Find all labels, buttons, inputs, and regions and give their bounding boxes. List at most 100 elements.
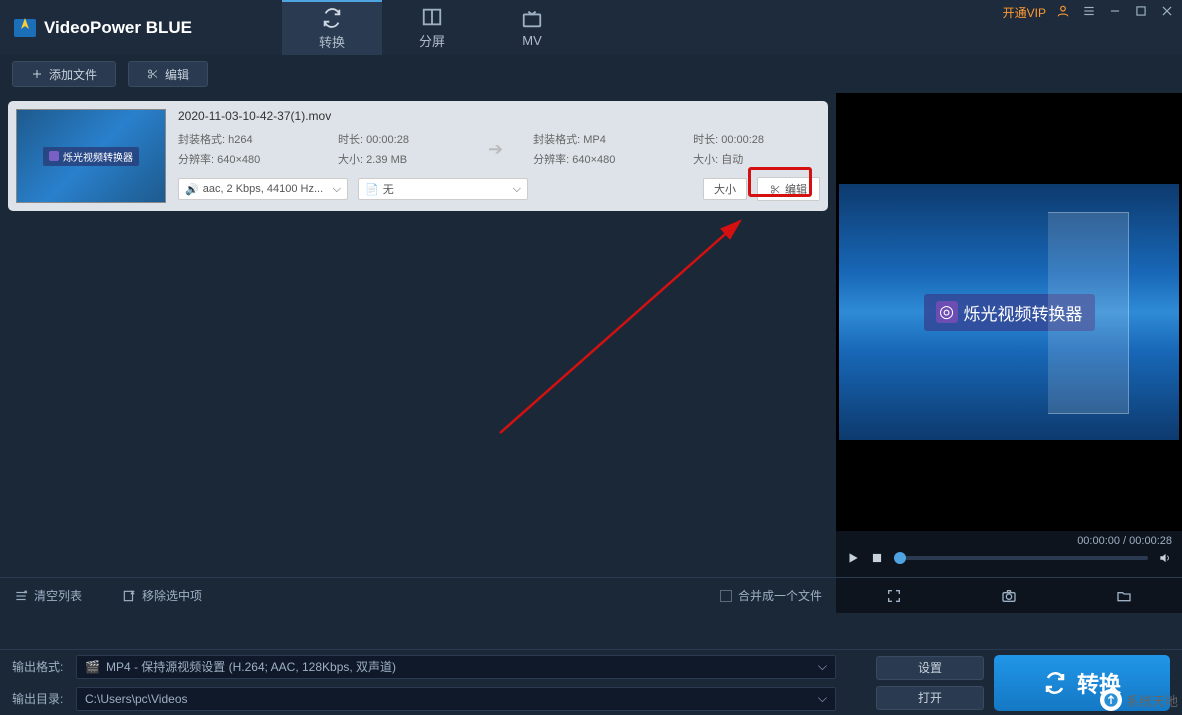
audio-track-value: aac, 2 Kbps, 44100 Hz... — [203, 183, 323, 195]
convert-icon — [321, 7, 343, 29]
stop-icon[interactable] — [870, 551, 884, 565]
subtitle-value: 无 — [383, 181, 394, 197]
speaker-icon: 🔊 — [185, 183, 199, 196]
video-icon: 🎬 — [85, 660, 100, 674]
settings-button[interactable]: 设置 — [876, 656, 984, 680]
src-duration-value: 00:00:28 — [366, 134, 409, 146]
add-file-label: 添加文件 — [49, 66, 97, 83]
remove-icon — [122, 589, 136, 603]
annotation-arrow — [480, 213, 780, 453]
scissors-icon — [147, 68, 159, 80]
file-controls-row: 🔊 aac, 2 Kbps, 44100 Hz... ⌵ 📄 无 ⌵ 大小 编辑 — [178, 177, 820, 201]
watermark-text: 系统天地 — [1126, 691, 1178, 710]
output-dir-field[interactable]: C:\Users\pc\Videos ⌵ — [76, 687, 836, 711]
tab-mv[interactable]: MV — [482, 0, 582, 55]
main-tabs: 转换 分屏 MV — [282, 0, 582, 55]
play-icon[interactable] — [846, 551, 860, 565]
camera-icon[interactable] — [1001, 588, 1017, 604]
audio-track-dropdown[interactable]: 🔊 aac, 2 Kbps, 44100 Hz... ⌵ — [178, 178, 348, 200]
fullscreen-icon[interactable] — [886, 588, 902, 604]
volume-icon[interactable] — [1158, 551, 1172, 565]
tab-split-label: 分屏 — [419, 31, 445, 50]
vip-link[interactable]: 开通VIP — [1003, 4, 1046, 21]
file-item[interactable]: 烁光视频转换器 2020-11-03-10-42-37(1).mov 封装格式:… — [8, 101, 828, 211]
preview-viewport: ◎ 烁光视频转换器 — [836, 93, 1182, 531]
subtitle-dropdown[interactable]: 📄无 ⌵ — [358, 178, 528, 200]
app-title: VideoPower BLUE — [44, 18, 192, 38]
preview-badge-icon: ◎ — [936, 301, 958, 323]
file-list: 烁光视频转换器 2020-11-03-10-42-37(1).mov 封装格式:… — [0, 93, 836, 613]
time-display: 00:00:00 / 00:00:28 — [846, 535, 1172, 547]
plus-icon — [31, 68, 43, 80]
user-icon[interactable] — [1056, 4, 1070, 18]
arrow-icon: ➔ — [488, 139, 503, 160]
output-format-value: MP4 - 保持源视频设置 (H.264; AAC, 128Kbps, 双声道) — [106, 658, 396, 675]
tab-convert-label: 转换 — [319, 32, 345, 51]
dst-duration-label: 时长: — [693, 134, 718, 146]
chevron-down-icon: ⌵ — [818, 691, 827, 706]
watermark-icon — [1100, 689, 1122, 711]
output-dir-label: 输出目录: — [12, 690, 68, 707]
clear-icon — [14, 589, 28, 603]
clear-list-label: 清空列表 — [34, 587, 82, 604]
open-button[interactable]: 打开 — [876, 686, 984, 710]
remove-selected-button[interactable]: 移除选中项 — [122, 587, 202, 604]
chevron-down-icon: ⌵ — [333, 183, 341, 196]
output-format-dropdown[interactable]: 🎬 MP4 - 保持源视频设置 (H.264; AAC, 128Kbps, 双声道… — [76, 655, 836, 679]
edit-file-button[interactable]: 编辑 — [757, 177, 820, 201]
content-area: 烁光视频转换器 2020-11-03-10-42-37(1).mov 封装格式:… — [0, 93, 1182, 613]
maximize-icon[interactable] — [1134, 4, 1148, 18]
app-logo: VideoPower BLUE — [12, 15, 192, 41]
merge-label: 合并成一个文件 — [738, 587, 822, 604]
output-dir-value: C:\Users\pc\Videos — [85, 692, 188, 706]
scissors-icon — [770, 184, 781, 195]
window-controls — [1056, 4, 1174, 18]
thumbnail-badge: 烁光视频转换器 — [43, 147, 139, 166]
src-format-label: 封装格式: — [178, 134, 225, 146]
remove-selected-label: 移除选中项 — [142, 587, 202, 604]
watermark: 系统天地 — [1100, 689, 1178, 711]
dst-format-value: MP4 — [583, 134, 606, 146]
menu-icon[interactable] — [1082, 4, 1096, 18]
preview-badge-text: 烁光视频转换器 — [964, 300, 1083, 325]
split-icon — [421, 6, 443, 28]
checkbox-icon — [720, 590, 732, 602]
tab-convert[interactable]: 转换 — [282, 0, 382, 55]
edit-button-toolbar[interactable]: 编辑 — [128, 61, 208, 87]
tab-split[interactable]: 分屏 — [382, 0, 482, 55]
dst-size-value: 自动 — [721, 154, 743, 166]
preview-actions — [836, 577, 1182, 613]
app-logo-icon — [12, 15, 38, 41]
preview-panel: ◎ 烁光视频转换器 00:00:00 / 00:00:28 — [836, 93, 1182, 613]
size-button[interactable]: 大小 — [703, 178, 747, 200]
merge-checkbox[interactable]: 合并成一个文件 — [720, 587, 822, 604]
secondary-toolbar: 添加文件 编辑 — [0, 55, 1182, 93]
player-controls: 00:00:00 / 00:00:28 — [836, 531, 1182, 577]
progress-knob[interactable] — [894, 552, 906, 564]
src-duration-label: 时长: — [338, 134, 363, 146]
src-size-value: 2.39 MB — [366, 154, 407, 166]
dst-res-label: 分辨率: — [533, 154, 569, 166]
close-icon[interactable] — [1160, 4, 1174, 18]
add-file-button[interactable]: 添加文件 — [12, 61, 116, 87]
progress-bar[interactable] — [894, 556, 1148, 560]
tab-mv-label: MV — [522, 33, 542, 48]
edit-file-label: 编辑 — [785, 181, 807, 197]
dst-res-value: 640×480 — [572, 154, 615, 166]
edit-toolbar-label: 编辑 — [165, 66, 189, 83]
file-thumbnail[interactable]: 烁光视频转换器 — [16, 109, 166, 203]
clear-list-button[interactable]: 清空列表 — [14, 587, 82, 604]
subtitle-icon: 📄 — [365, 183, 379, 196]
chevron-down-icon: ⌵ — [818, 659, 827, 674]
src-res-value: 640×480 — [217, 154, 260, 166]
src-res-label: 分辨率: — [178, 154, 214, 166]
minimize-icon[interactable] — [1108, 4, 1122, 18]
titlebar: VideoPower BLUE 转换 分屏 MV 开通VIP — [0, 0, 1182, 55]
file-name: 2020-11-03-10-42-37(1).mov — [178, 109, 820, 123]
list-footer: 清空列表 移除选中项 合并成一个文件 — [0, 577, 836, 613]
thumbnail-badge-text: 烁光视频转换器 — [63, 149, 133, 164]
folder-icon[interactable] — [1116, 588, 1132, 604]
mv-icon — [521, 8, 543, 30]
dst-format-label: 封装格式: — [533, 134, 580, 146]
titlebar-right: 开通VIP — [1003, 0, 1174, 55]
